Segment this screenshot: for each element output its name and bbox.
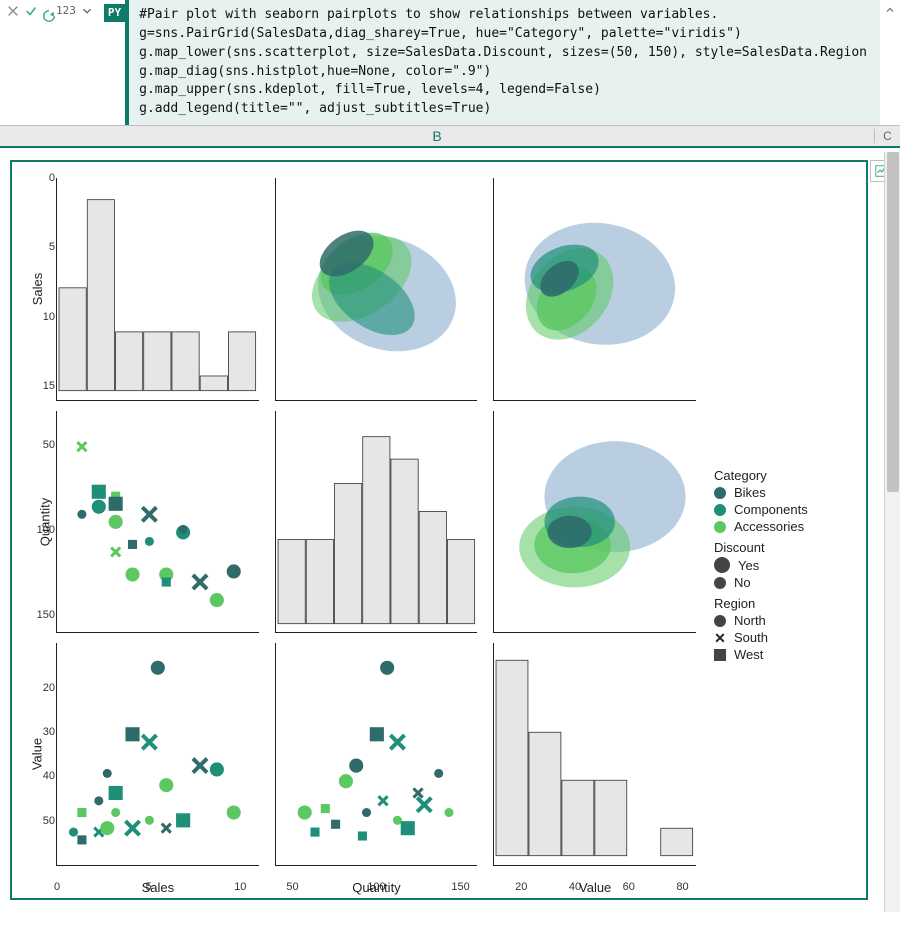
- panel-kde-quantity-value: [493, 411, 696, 634]
- xlabel-sales: Sales: [142, 880, 175, 895]
- scrollbar-thumb[interactable]: [887, 152, 899, 492]
- pair-grid: Sales 051015 Quantity 50100150 Value 203…: [56, 178, 696, 866]
- legend-disc-label: Yes: [738, 558, 759, 573]
- panel-scatter-value-quantity: 50100150 Quantity: [275, 643, 478, 866]
- formula-bar: 123 PY #Pair plot with seaborn pairplots…: [0, 0, 900, 126]
- legend-cat-row: Bikes: [714, 485, 854, 500]
- legend-cat-row: Components: [714, 502, 854, 517]
- legend-cat-label: Accessories: [734, 519, 804, 534]
- xlabel-value: Value: [579, 880, 611, 895]
- panel-quantity-hist: [275, 411, 478, 634]
- legend-disc-row: Yes: [714, 557, 854, 573]
- legend-cat-label: Bikes: [734, 485, 766, 500]
- legend-region-row: ✕ South: [714, 630, 854, 645]
- chart-object[interactable]: Sales 051015 Quantity 50100150 Value 203…: [10, 160, 868, 900]
- legend-discount-title: Discount: [714, 540, 854, 555]
- legend-region-label: West: [734, 647, 763, 662]
- legend-cat-label: Components: [734, 502, 808, 517]
- chart-legend: Category Bikes Components Accessories Di…: [714, 462, 854, 664]
- legend-disc-label: No: [734, 575, 751, 590]
- cancel-icon[interactable]: [6, 4, 20, 18]
- legend-region-row: North: [714, 613, 854, 628]
- legend-region-title: Region: [714, 596, 854, 611]
- column-header-row: B C: [0, 126, 900, 148]
- python-badge: PY: [104, 4, 125, 22]
- legend-size-swatch: [714, 577, 726, 589]
- legend-region-label: North: [734, 613, 766, 628]
- xlabel-quantity: Quantity: [352, 880, 400, 895]
- sheet-area: Sales 051015 Quantity 50100150 Value 203…: [0, 148, 900, 922]
- legend-size-swatch: [714, 557, 730, 573]
- legend-region-label: South: [734, 630, 768, 645]
- panel-sales-hist: Sales 051015: [56, 178, 259, 401]
- panel-kde-sales-quantity: [275, 178, 478, 401]
- x-icon: ✕: [714, 632, 726, 644]
- legend-category-title: Category: [714, 468, 854, 483]
- dropdown-icon[interactable]: [80, 4, 94, 18]
- collapse-icon[interactable]: [880, 0, 900, 19]
- legend-cat-row: Accessories: [714, 519, 854, 534]
- fx-icon[interactable]: 123: [42, 4, 76, 18]
- panel-scatter-value-sales: Value 20304050 0510 Sales: [56, 643, 259, 866]
- fx-superscript: 123: [56, 4, 76, 17]
- legend-swatch: [714, 487, 726, 499]
- formula-code[interactable]: #Pair plot with seaborn pairplots to sho…: [125, 0, 880, 125]
- square-icon: [714, 649, 726, 661]
- confirm-icon[interactable]: [24, 4, 38, 18]
- legend-region-row: West: [714, 647, 854, 662]
- panel-scatter-quantity-sales: Quantity 50100150: [56, 411, 259, 634]
- circle-icon: [714, 615, 726, 627]
- legend-swatch: [714, 504, 726, 516]
- column-header-c[interactable]: C: [874, 129, 900, 143]
- vertical-scrollbar[interactable]: [884, 152, 900, 912]
- formula-bar-buttons: 123: [0, 0, 100, 22]
- legend-swatch: [714, 521, 726, 533]
- column-header-b[interactable]: B: [0, 128, 874, 144]
- panel-kde-sales-value: [493, 178, 696, 401]
- panel-value-hist: 20406080 Value: [493, 643, 696, 866]
- legend-disc-row: No: [714, 575, 854, 590]
